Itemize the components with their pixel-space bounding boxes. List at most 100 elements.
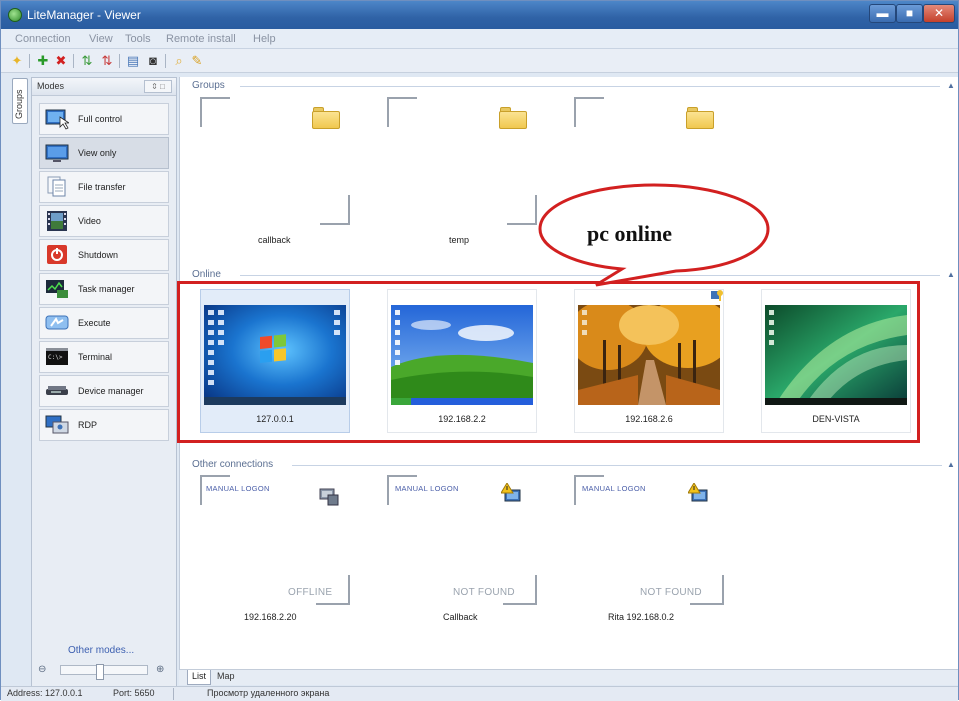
device-manager-icon (46, 386, 68, 395)
rdp-icon (45, 415, 69, 434)
menu-help[interactable]: Help (253, 33, 276, 45)
zoom-slider-track[interactable] (60, 664, 148, 680)
tab-list[interactable]: List (187, 670, 212, 685)
mode-execute[interactable]: Execute (39, 307, 169, 339)
section-title-online: Online (192, 269, 225, 280)
search-icon[interactable]: ⌕ (171, 53, 187, 69)
other-modes-link[interactable]: Other modes... (68, 645, 134, 656)
other-connection-item[interactable]: MANUAL LOGON NOT FOUND Rita 192.168.0.2 (574, 475, 724, 635)
close-button[interactable]: ✕ (923, 4, 955, 23)
collapse-icon[interactable]: ▲ (947, 460, 955, 469)
camera-icon[interactable]: ◙ (145, 53, 161, 69)
toolbar-separator (119, 54, 120, 68)
add-icon[interactable]: ✚ (35, 53, 51, 69)
toolbar-separator (29, 54, 30, 68)
zoom-in-icon[interactable]: ⊕ (156, 664, 164, 675)
mode-label: Execute (78, 318, 111, 328)
online-highlight-frame (177, 281, 920, 443)
frame-corner (507, 195, 537, 225)
group-label: callback (258, 235, 291, 245)
computer-warning-icon (688, 483, 708, 502)
connect-icon[interactable]: ✦ (9, 53, 25, 69)
modes-panel: Modes ⇕ □ Full control View only File tr… (31, 77, 177, 687)
status-separator (173, 688, 174, 700)
menu-tools[interactable]: Tools (125, 33, 151, 45)
section-divider (240, 86, 940, 87)
view-tabs: List Map (179, 669, 958, 685)
app-icon (8, 8, 22, 22)
mode-label: View only (78, 148, 117, 158)
modes-panel-title: Modes (37, 81, 65, 91)
mode-device-manager[interactable]: Device manager (39, 375, 169, 407)
collapse-icon[interactable]: ▲ (947, 81, 955, 90)
menu-remote-install[interactable]: Remote install (166, 33, 236, 45)
settings-icon[interactable]: ✎ (189, 53, 205, 69)
collapse-icon[interactable]: ▲ (947, 270, 955, 279)
menu-view[interactable]: View (89, 33, 113, 45)
computer-warning-icon (501, 483, 521, 502)
section-title-other-connections: Other connections (192, 459, 278, 470)
connection-status: OFFLINE (288, 587, 333, 598)
move-up-icon[interactable]: ⇅ (79, 53, 95, 69)
view-icon[interactable]: ▤ (125, 53, 141, 69)
status-mode: Просмотр удаленного экрана (207, 688, 330, 698)
mode-label: File transfer (78, 182, 126, 192)
group-item[interactable]: temp (387, 97, 537, 257)
zoom-slider-thumb[interactable] (96, 664, 104, 680)
mode-full-control[interactable]: Full control (39, 103, 169, 135)
task-manager-icon (46, 280, 68, 298)
frame-corner (387, 97, 417, 127)
svg-text:C:\>: C:\> (48, 354, 63, 361)
mode-terminal[interactable]: C:\> Terminal (39, 341, 169, 373)
menu-connection[interactable]: Connection (15, 33, 71, 45)
mode-video[interactable]: Video (39, 205, 169, 237)
status-address: Address: 127.0.0.1 (7, 688, 83, 698)
connection-label: 192.168.2.20 (244, 612, 297, 622)
other-connection-item[interactable]: MANUAL LOGON OFFLINE 192.168.2.20 (200, 475, 350, 635)
application-window: LiteManager - Viewer ▬ ■ ✕ Connection Vi… (0, 0, 959, 701)
title-bar[interactable]: LiteManager - Viewer ▬ ■ ✕ (1, 1, 958, 29)
computer-offline-icon (319, 488, 339, 506)
menu-bar: Connection View Tools Remote install Hel… (1, 29, 958, 49)
manual-logon-label: MANUAL LOGON (206, 484, 270, 493)
frame-corner (574, 97, 604, 127)
panel-pin-controls[interactable]: ⇕ □ (144, 80, 172, 93)
move-down-icon[interactable]: ⇅ (99, 53, 115, 69)
connection-status: NOT FOUND (640, 587, 702, 598)
annotation-text: pc online (587, 221, 672, 246)
files-icon (47, 176, 66, 197)
modes-panel-header: Modes ⇕ □ (32, 78, 176, 96)
section-divider (292, 465, 942, 466)
section-title-groups: Groups (192, 80, 229, 91)
mode-task-manager[interactable]: Task manager (39, 273, 169, 305)
groups-side-tab-label: Groups (14, 89, 24, 119)
manual-logon-label: MANUAL LOGON (582, 484, 646, 493)
status-bar: Address: 127.0.0.1 Port: 5650 Просмотр у… (1, 686, 958, 701)
toolbar-separator (165, 54, 166, 68)
connection-status: NOT FOUND (453, 587, 515, 598)
zoom-out-icon[interactable]: ⊖ (38, 664, 46, 675)
mode-label: RDP (78, 420, 98, 430)
mode-view-only[interactable]: View only (39, 137, 169, 169)
terminal-icon: C:\> (46, 348, 68, 365)
frame-corner (200, 97, 230, 127)
connection-label: Callback (443, 612, 478, 622)
mode-shutdown[interactable]: Shutdown (39, 239, 169, 271)
manual-logon-label: MANUAL LOGON (395, 484, 459, 493)
connection-label: Rita 192.168.0.2 (608, 612, 675, 622)
power-icon (47, 245, 67, 264)
maximize-button[interactable]: ■ (896, 4, 923, 23)
mode-file-transfer[interactable]: File transfer (39, 171, 169, 203)
zoom-slider[interactable]: ⊖ ⊕ (36, 663, 174, 680)
other-connection-item[interactable]: MANUAL LOGON NOT FOUND Callback (387, 475, 537, 635)
folder-icon (499, 107, 527, 129)
folder-icon (686, 107, 714, 129)
toolbar-separator (73, 54, 74, 68)
folder-icon (312, 107, 340, 129)
mode-rdp[interactable]: RDP (39, 409, 169, 441)
minimize-button[interactable]: ▬ (869, 4, 896, 23)
group-item[interactable]: callback (200, 97, 350, 257)
tab-map[interactable]: Map (213, 670, 239, 685)
groups-side-tab[interactable]: Groups (12, 78, 28, 124)
delete-icon[interactable]: ✖ (53, 53, 69, 69)
